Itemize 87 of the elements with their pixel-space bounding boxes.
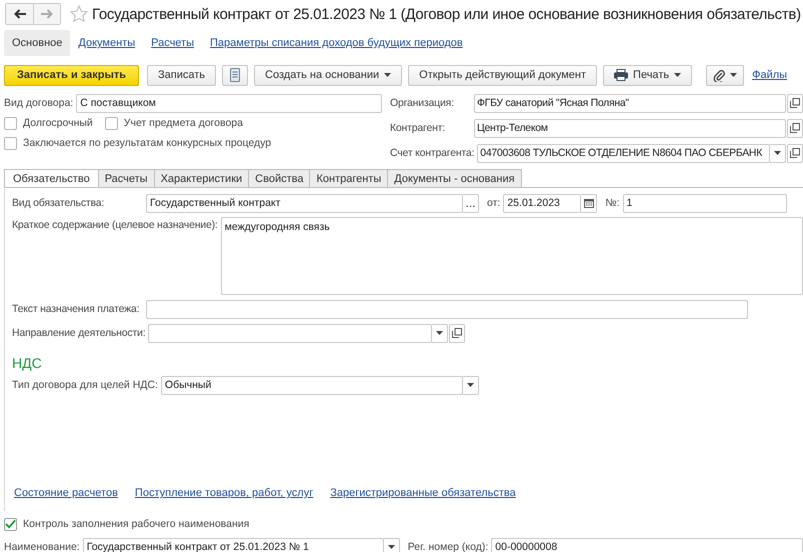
caret-icon [436, 331, 444, 335]
caret-icon [384, 73, 392, 77]
window-icon [790, 148, 800, 158]
input-field[interactable] [148, 324, 432, 342]
checkbox-label: Контроль заполнения рабочего наименования [23, 518, 250, 530]
star-icon[interactable] [70, 5, 88, 23]
open-button[interactable] [787, 144, 803, 162]
caret-icon [730, 73, 738, 77]
open-button[interactable] [787, 118, 803, 138]
input-field[interactable]: Центр-Телеком [474, 118, 786, 138]
attach-button[interactable] [706, 64, 744, 86]
link[interactable]: Состояние расчетов [14, 487, 118, 499]
field-label: Организация: [390, 97, 455, 109]
menu-button[interactable]: Создать на основании [254, 64, 402, 86]
printer-icon [614, 69, 628, 81]
open-button[interactable] [449, 324, 466, 342]
input-field[interactable] [146, 300, 748, 318]
toolbar-button[interactable]: Открыть действующий документ [408, 64, 598, 86]
window-title: Государственный контракт от 25.01.2023 № 1 (Договор или иное основание возникновения обязательств) [92, 6, 801, 22]
input-field[interactable]: Государственный контракт [146, 194, 463, 212]
section-heading: НДС [12, 355, 43, 371]
print-button[interactable]: Печать [603, 64, 692, 86]
tab[interactable]: Обязательство [4, 169, 99, 188]
field-label: Вид обязательства: [12, 197, 106, 209]
forward-arrow-icon [41, 9, 53, 19]
calendar-button[interactable] [581, 194, 598, 212]
field-label: Счет контрагента: [390, 147, 476, 159]
field-label: №: [605, 197, 621, 209]
link[interactable]: Поступление товаров, работ, услуг [134, 487, 314, 499]
field-label: Наименование: [4, 541, 81, 552]
calendar-icon [584, 198, 594, 208]
tab[interactable]: Документы - основания [388, 169, 522, 188]
caret-icon [388, 545, 395, 549]
field-label: Вид договора: [4, 97, 74, 109]
files-link[interactable]: Файлы [752, 69, 788, 81]
choose-button[interactable]: ... [463, 194, 479, 212]
tab[interactable]: Контрагенты [310, 169, 388, 188]
back-button[interactable] [6, 4, 33, 24]
field-label: Направление деятельности: [12, 327, 146, 339]
checkbox[interactable] [4, 116, 17, 130]
input-field[interactable]: ФГБУ санаторий "Ясная Поляна" [474, 94, 786, 112]
input-field[interactable]: 1 [622, 194, 787, 212]
dropdown-button[interactable] [462, 376, 479, 394]
field-label: Текст назначения платежа: [12, 303, 140, 315]
text-area[interactable]: междугородняя связь [220, 217, 803, 295]
window-icon [452, 328, 462, 338]
section-tab[interactable]: Основное [4, 30, 70, 56]
section-link[interactable]: Параметры списания доходов будущих периодов [202, 30, 471, 56]
toolbar-button[interactable]: Записать [147, 64, 216, 86]
checkbox[interactable] [104, 116, 118, 130]
caret-icon [466, 383, 474, 387]
tab[interactable]: Характеристики [154, 169, 250, 188]
window-icon [790, 123, 800, 133]
open-button[interactable] [787, 94, 803, 112]
checkbox-label: Учет предмета договора [124, 117, 243, 129]
caret-icon [774, 151, 781, 155]
dropdown-button[interactable] [432, 324, 448, 342]
checkbox-label: Заключается по результатам конкурсных процедур [23, 137, 272, 149]
checkbox[interactable] [4, 136, 17, 150]
field-label: Краткое содержание (целевое назначение): [12, 218, 219, 232]
checkmark-icon [5, 519, 16, 529]
dropdown-button[interactable] [384, 538, 400, 552]
field-label: Контрагент: [390, 122, 446, 134]
input-field[interactable]: Государственный контракт от 25.01.2023 № 1 [82, 538, 384, 552]
section-link[interactable]: Расчеты [143, 30, 202, 56]
checkbox[interactable] [4, 518, 17, 530]
checkbox-label: Долгосрочный [23, 117, 93, 129]
field-label: от: [487, 197, 502, 209]
tab[interactable]: Расчеты [98, 169, 155, 188]
window-icon [790, 98, 800, 108]
back-arrow-icon [14, 9, 26, 19]
tab[interactable]: Свойства [249, 169, 310, 188]
field-label: Тип договора для целей НДС: [12, 379, 159, 391]
paperclip-icon [713, 68, 726, 82]
input-field[interactable]: Обычный [160, 376, 463, 394]
input-field[interactable]: 047003608 ТУЛЬСКОЕ ОТДЕЛЕНИЕ N8604 ПАО СБЕРБАНК [477, 144, 770, 162]
caret-icon [674, 73, 682, 77]
input-field[interactable]: 25.01.2023 [503, 194, 582, 212]
input-field[interactable]: 00-00000008 [491, 538, 803, 552]
dropdown-button[interactable] [770, 144, 786, 162]
document-icon [230, 68, 240, 82]
link[interactable]: Зарегистрированные обязательства [330, 487, 516, 499]
input-field[interactable]: С поставщиком [76, 94, 382, 112]
field-label: Рег. номер (код): [408, 541, 490, 552]
save-and-close-button[interactable]: Записать и закрыть [4, 64, 140, 86]
list-button[interactable] [222, 64, 248, 86]
section-link[interactable]: Документы [70, 30, 144, 56]
